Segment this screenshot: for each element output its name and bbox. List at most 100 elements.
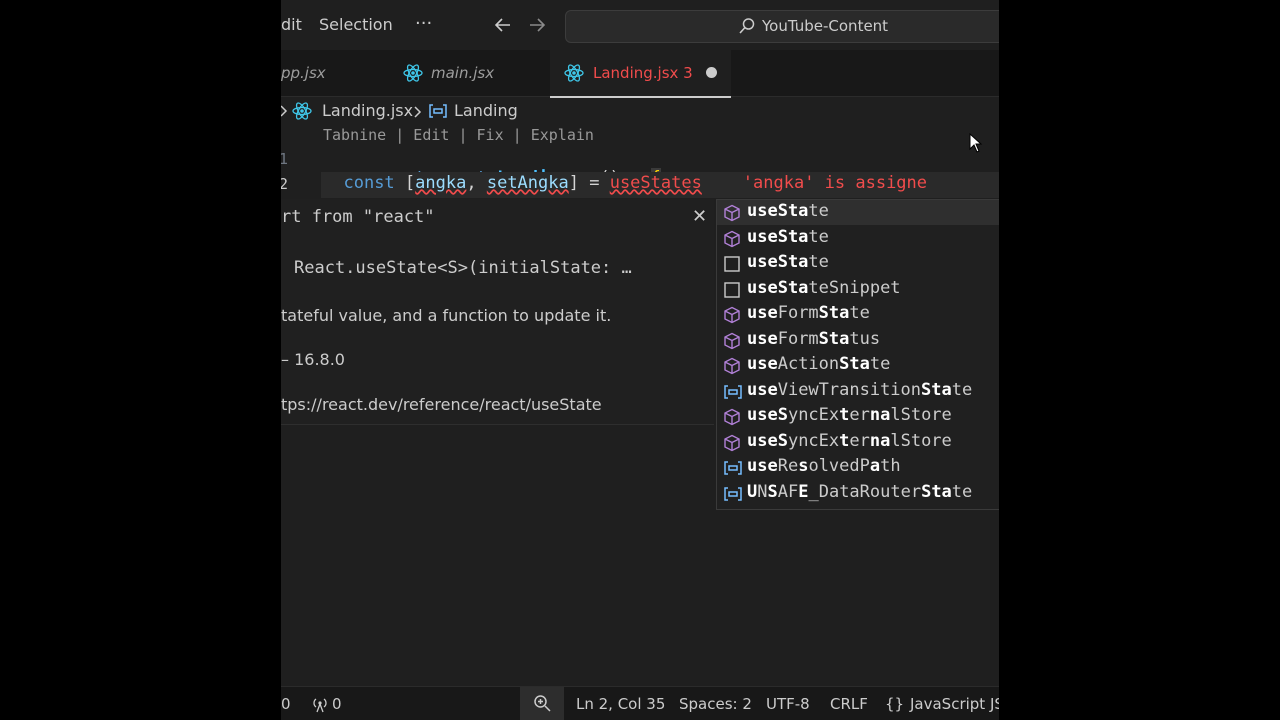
keyword: const: [343, 173, 395, 193]
label-text: Form: [777, 328, 819, 349]
match-highlight: a: [869, 456, 881, 476]
status-ports[interactable]: 0: [332, 695, 342, 713]
unsaved-dot-icon[interactable]: [706, 67, 717, 78]
status-eol[interactable]: CRLF: [830, 695, 868, 713]
label-text: te: [808, 226, 829, 247]
label-text: N: [757, 481, 768, 502]
suggestion-item[interactable]: useState: [717, 251, 999, 276]
label-text: Form: [777, 303, 819, 323]
suggestion-label: useFormStatus: [747, 329, 880, 349]
status-indentation[interactable]: Spaces: 2: [679, 695, 752, 713]
suggestion-item[interactable]: useState: [717, 226, 999, 251]
tab-label: Landing.jsx 3: [593, 64, 693, 82]
label-text: te: [951, 379, 973, 400]
close-icon[interactable]: ✕: [692, 206, 707, 227]
match-highlight: useSta: [747, 201, 809, 221]
breadcrumb-file[interactable]: Landing.jsx: [322, 101, 413, 120]
status-errors[interactable]: 0: [281, 695, 291, 713]
label-text: te: [808, 201, 829, 221]
match-highlight: na: [869, 405, 891, 425]
inline-error: 'angka' is assigne: [742, 173, 928, 193]
match-highlight: t: [839, 430, 850, 451]
variable: setAngka: [486, 173, 569, 193]
suggestion-item[interactable]: useFormStatus: [717, 328, 999, 353]
method-icon: [723, 434, 741, 452]
match-highlight: Sta: [818, 303, 850, 323]
variable-icon: [723, 459, 742, 477]
menu-selection[interactable]: Selection: [319, 15, 393, 34]
function-call: useStates: [609, 173, 702, 193]
line-number: 2: [281, 175, 289, 193]
suggestion-label: useViewTransitionState: [747, 380, 972, 400]
punctuation: ,: [466, 173, 487, 193]
match-highlight: useSta: [747, 226, 809, 247]
suggestion-item[interactable]: useSyncExternalStore: [717, 404, 999, 429]
tab-app[interactable]: pp.jsx: [281, 50, 391, 96]
label-text: yncEx: [787, 405, 840, 425]
tab-label: pp.jsx: [281, 64, 326, 82]
zoom-icon: [533, 694, 551, 716]
broadcast-icon[interactable]: [311, 695, 329, 717]
tab-landing[interactable]: Landing.jsx 3: [550, 50, 731, 98]
back-arrow-icon[interactable]: [493, 15, 513, 39]
match-highlight: useS: [747, 430, 788, 451]
label-text: te: [869, 354, 891, 374]
status-language[interactable]: JavaScript JS: [910, 695, 999, 713]
suggestion-item[interactable]: UNSAFE_DataRouterState: [717, 481, 999, 506]
method-icon: [723, 357, 741, 375]
title-bar: dit Selection ··· YouTube-Content: [281, 0, 999, 50]
code-line-2[interactable]: const [angka, setAngka] = useStates 'ang…: [323, 173, 927, 193]
react-icon: [564, 63, 584, 87]
method-icon: [723, 306, 741, 324]
hover-since: – 16.8.0: [281, 350, 345, 369]
braces-icon: {}: [885, 695, 905, 713]
method-icon: [723, 408, 741, 426]
suggestion-item[interactable]: useState: [717, 200, 999, 225]
suggestion-item[interactable]: useViewTransitionState: [717, 379, 999, 404]
tabnine-codelens[interactable]: Tabnine | Edit | Fix | Explain: [323, 126, 594, 144]
match-highlight: na: [869, 430, 891, 451]
label-text: lStore: [890, 405, 952, 425]
react-icon: [403, 63, 423, 87]
suggestion-item[interactable]: useStateSnippet: [717, 277, 999, 302]
line-number: 1: [281, 150, 289, 168]
vscode-window: dit Selection ··· YouTube-Content pp.jsx…: [281, 0, 999, 720]
label-text: yncEx: [787, 430, 840, 451]
variable-icon: [723, 485, 742, 503]
method-icon: [723, 204, 741, 222]
menu-more[interactable]: ···: [415, 13, 432, 34]
label-text: _DataRouter: [808, 481, 922, 502]
status-encoding[interactable]: UTF-8: [766, 695, 810, 713]
variable-icon: [723, 383, 742, 401]
editor-tabs: pp.jsx main.jsx Landing.jsx 3: [281, 50, 999, 98]
breadcrumb-symbol[interactable]: Landing: [454, 101, 518, 120]
match-highlight: s: [798, 456, 809, 476]
chevron-right-icon: [281, 103, 289, 122]
suggestion-item[interactable]: useSyncExternalStore: [717, 430, 999, 455]
label-text: ViewTransition: [777, 379, 922, 400]
match-highlight: Sta: [921, 481, 952, 502]
variable: angka: [415, 173, 467, 193]
command-center-search[interactable]: YouTube-Content: [565, 10, 999, 43]
match-highlight: use: [747, 456, 778, 476]
match-highlight: use: [747, 379, 778, 400]
snippet-icon: [723, 255, 741, 273]
react-icon: [292, 101, 312, 125]
suggestion-item[interactable]: useResolvedPath: [717, 455, 999, 480]
hover-docs-link[interactable]: tps://react.dev/reference/react/useState: [281, 395, 602, 414]
hover-description: tateful value, and a function to update …: [281, 306, 612, 325]
bracket: ]: [568, 173, 579, 193]
label-text: teSnippet: [808, 277, 901, 298]
operator: =: [578, 173, 610, 193]
match-highlight: E: [798, 481, 809, 502]
match-highlight: use: [747, 303, 778, 323]
label-text: tus: [849, 328, 881, 349]
tab-main[interactable]: main.jsx: [393, 50, 543, 96]
suggestion-item[interactable]: useActionState: [717, 353, 999, 378]
menu-edit[interactable]: dit: [281, 15, 302, 34]
suggestion-item[interactable]: useFormState: [717, 302, 999, 327]
match-highlight: Sta: [839, 354, 870, 374]
zoom-button[interactable]: [520, 687, 564, 720]
status-cursor-position[interactable]: Ln 2, Col 35: [576, 695, 665, 713]
forward-arrow-icon[interactable]: [527, 15, 547, 39]
